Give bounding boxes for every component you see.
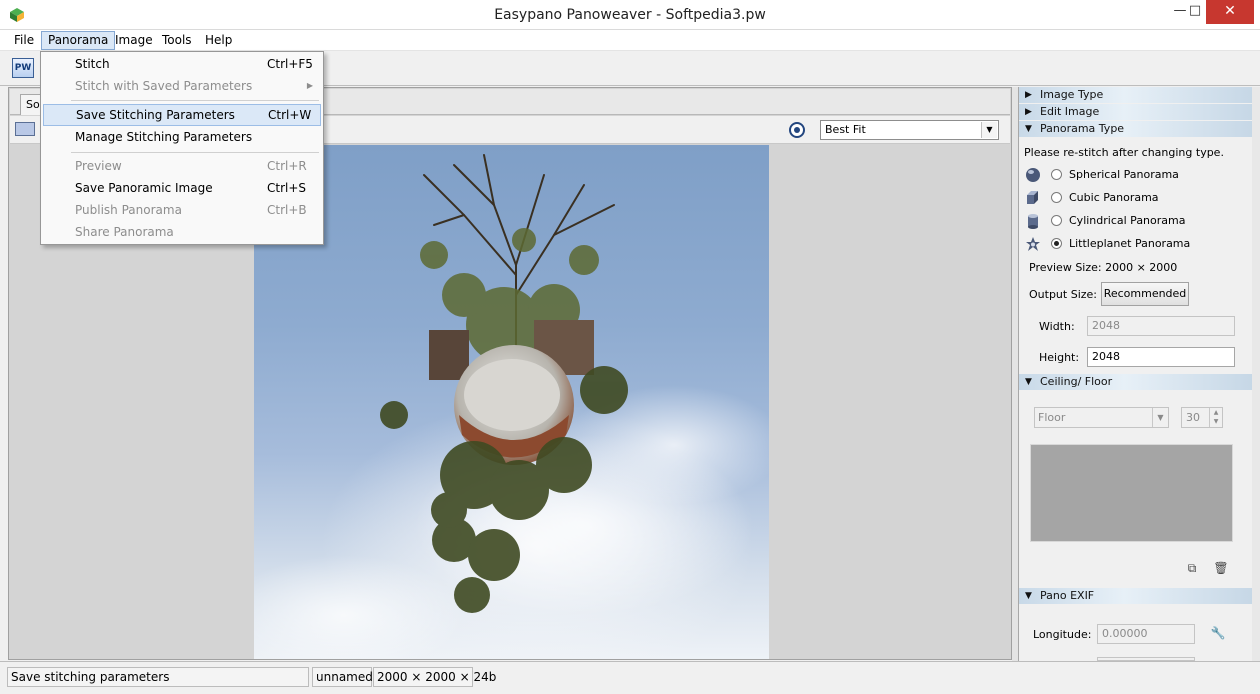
height-label: Height: [1039,351,1080,364]
section-label: Image Type [1040,88,1104,101]
menu-tools[interactable]: Tools [156,31,198,50]
preview-mode-radio[interactable] [789,122,805,138]
submenu-arrow-icon: ▶ [306,81,313,90]
menu-item-shortcut: Ctrl+F5 [267,57,313,71]
expand-arrow-icon: ▶ [1025,107,1032,117]
menu-item-label: Manage Stitching Parameters [75,130,253,144]
ceiling-floor-select[interactable]: Floor ▼ [1034,407,1169,428]
collapse-arrow-icon: ▼ [1025,124,1032,134]
cube-icon [1027,191,1038,204]
menu-item-label: Save Stitching Parameters [76,108,235,122]
menu-item-share[interactable]: Share Panorama [43,221,321,243]
thumbnail-icon[interactable] [15,122,35,136]
menu-item-stitch[interactable]: Stitch Ctrl+F5 [43,53,321,75]
menu-item-label: Stitch with Saved Parameters [75,79,253,93]
close-button[interactable]: ✕ [1206,0,1254,24]
menu-item-save-image[interactable]: Save Panoramic Image Ctrl+S [43,177,321,199]
section-label: Pano EXIF [1040,589,1095,602]
section-pano-exif[interactable]: ▼ Pano EXIF [1019,588,1253,604]
menu-separator [71,100,319,101]
type-cubic-radio[interactable] [1051,192,1062,203]
type-cubic-label: Cubic Panorama [1069,191,1159,204]
status-message: Save stitching parameters [7,667,309,687]
star-icon [1026,237,1040,251]
floor-image-preview[interactable] [1030,444,1233,542]
width-field[interactable]: 2048 [1087,316,1235,336]
menu-bar: File Panorama Image Tools Help [0,30,1260,51]
menu-help[interactable]: Help [199,31,238,50]
menu-separator [71,152,319,153]
preview-size-text: Preview Size: 2000 × 2000 [1029,261,1178,274]
status-dimensions: 2000 × 2000 × 24b [373,667,496,687]
window-title: Easypano Panoweaver - Softpedia3.pw [494,7,766,23]
type-spherical-radio[interactable] [1051,169,1062,180]
collapse-arrow-icon: ▼ [1025,377,1032,387]
zoom-select-value: Best Fit [825,123,866,136]
chevron-down-icon[interactable]: ▼ [981,122,997,138]
type-littleplanet-radio[interactable] [1051,238,1062,249]
maximize-button[interactable]: □ [1181,0,1209,24]
menu-item-label: Share Panorama [75,225,174,239]
menu-item-label: Save Panoramic Image [75,181,213,195]
status-bar: Save stitching parameters unnamed1 2000 … [0,661,1260,694]
menu-item-label: Publish Panorama [75,203,182,217]
sphere-icon [1026,168,1040,182]
menu-item-shortcut: Ctrl+W [268,108,312,122]
section-label: Panorama Type [1040,122,1125,135]
section-label: Ceiling/ Floor [1040,375,1113,388]
menu-item-label: Preview [75,159,122,173]
output-size-label: Output Size: [1029,288,1097,301]
stepper-arrows-icon[interactable]: ▲ ▼ [1209,408,1222,427]
section-edit-image[interactable]: ▶ Edit Image [1019,104,1253,120]
type-littleplanet-label: Littleplanet Panorama [1069,237,1191,250]
restitch-hint: Please re-stitch after changing type. [1024,146,1224,159]
section-panorama-type[interactable]: ▼ Panorama Type [1019,121,1253,137]
type-cylindrical-radio[interactable] [1051,215,1062,226]
cylinder-icon [1028,214,1038,229]
zoom-select[interactable]: Best Fit ▼ [820,120,999,140]
title-bar: Easypano Panoweaver - Softpedia3.pw — □ … [0,0,1260,30]
menu-image[interactable]: Image [109,31,159,50]
panorama-preview[interactable] [254,145,769,659]
floor-size-stepper[interactable]: 30 ▲ ▼ [1181,407,1223,428]
type-cylindrical-label: Cylindrical Panorama [1069,214,1186,227]
menu-item-save-params[interactable]: Save Stitching Parameters Ctrl+W [43,104,321,126]
menu-item-shortcut: Ctrl+B [267,203,307,217]
ceiling-floor-select-value: Floor [1038,411,1066,424]
menu-item-preview[interactable]: Preview Ctrl+R [43,155,321,177]
menu-item-publish[interactable]: Publish Panorama Ctrl+B [43,199,321,221]
recommended-button[interactable]: Recommended [1101,282,1189,306]
chevron-down-icon[interactable]: ▼ [1152,408,1168,427]
section-label: Edit Image [1040,105,1100,118]
type-spherical-label: Spherical Panorama [1069,168,1179,181]
menu-item-shortcut: Ctrl+S [267,181,307,195]
panel-scrollbar[interactable] [1252,87,1260,661]
status-project: unnamed1 [312,667,381,687]
wrench-icon[interactable]: 🔧 [1210,625,1226,641]
menu-item-manage-params[interactable]: Manage Stitching Parameters [43,126,321,148]
longitude-field[interactable]: 0.00000 [1097,624,1195,644]
menu-panorama[interactable]: Panorama [41,31,116,50]
width-label: Width: [1039,320,1075,333]
section-image-type[interactable]: ▶ Image Type [1019,87,1253,103]
properties-panel: ▶ Image Type ▶ Edit Image ▼ Panorama Typ… [1018,87,1253,661]
menu-item-stitch-saved[interactable]: Stitch with Saved Parameters ▶ [43,75,321,97]
add-image-icon[interactable]: ⧉ [1184,560,1200,576]
menu-item-label: Stitch [75,57,110,71]
longitude-label: Longitude: [1033,628,1092,641]
expand-arrow-icon: ▶ [1025,90,1032,100]
collapse-arrow-icon: ▼ [1025,591,1032,601]
menu-file[interactable]: File [8,31,40,50]
floor-size-value: 30 [1186,411,1200,424]
littleplanet-image [254,154,769,659]
panorama-menu: Stitch Ctrl+F5 Stitch with Saved Paramet… [40,51,324,245]
height-field[interactable]: 2048 [1087,347,1235,367]
trash-icon[interactable]: 🗑 [1213,560,1229,576]
menu-item-shortcut: Ctrl+R [267,159,307,173]
section-ceiling-floor[interactable]: ▼ Ceiling/ Floor [1019,374,1253,390]
project-file-icon[interactable]: PW [12,58,34,78]
